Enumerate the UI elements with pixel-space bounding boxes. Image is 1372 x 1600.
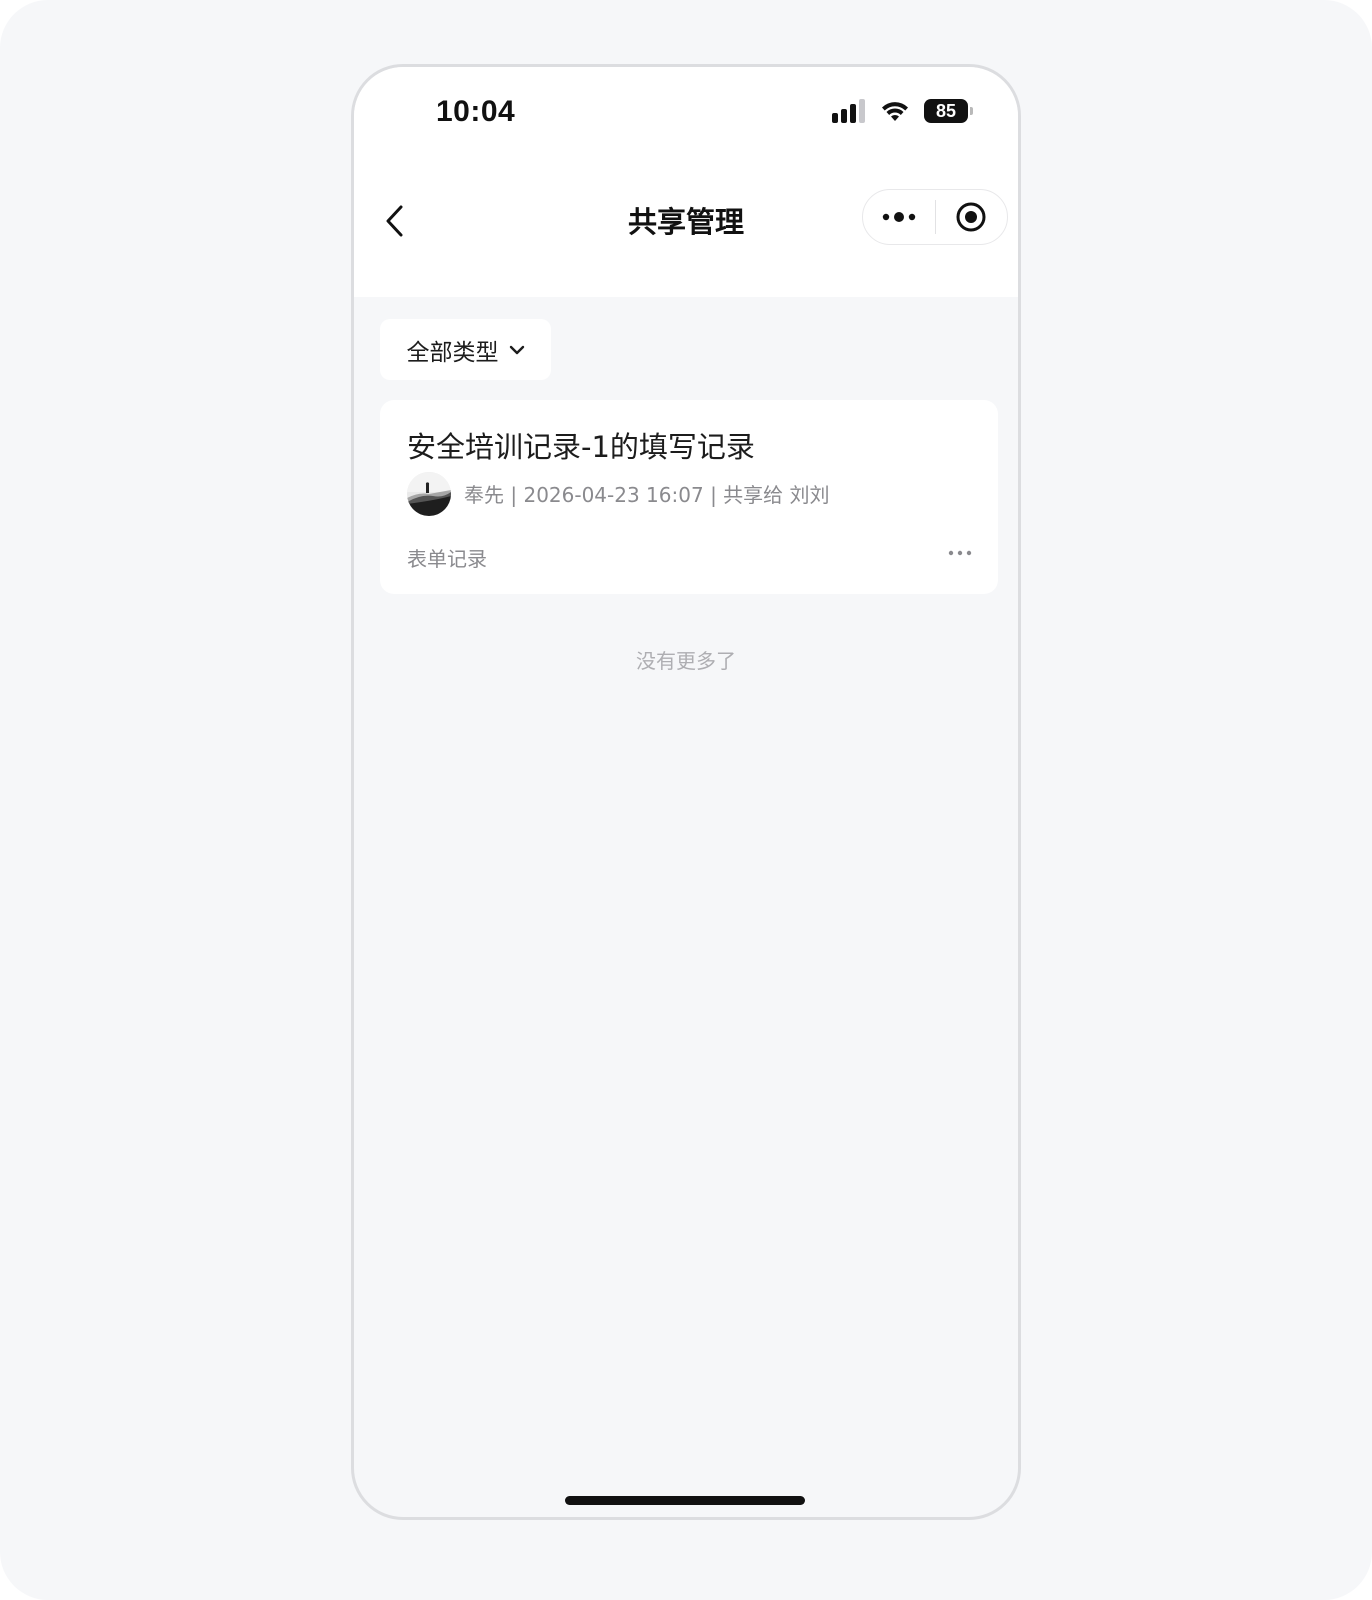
- record-more-button[interactable]: [942, 538, 978, 568]
- share-record-card[interactable]: 安全培训记录-1的填写记录 奉先 | 2026-04-23 16:07 | 共享…: [380, 400, 998, 594]
- record-date: 2026-04-23 16:07: [523, 483, 704, 507]
- avatar: [407, 472, 451, 516]
- mini-program-capsule: [862, 189, 1008, 245]
- wifi-icon: [882, 102, 908, 121]
- type-filter-dropdown[interactable]: 全部类型: [380, 319, 551, 380]
- signal-icon: [832, 99, 865, 123]
- status-time: 10:04: [436, 95, 516, 128]
- shared-to-user: 刘刘: [789, 483, 830, 507]
- battery-level: 85: [935, 100, 957, 121]
- shared-to-prefix: 共享给: [723, 483, 784, 507]
- chevron-down-icon: [509, 345, 524, 354]
- meta-separator: |: [510, 483, 524, 507]
- record-title: 安全培训记录-1的填写记录: [407, 430, 755, 464]
- record-type: 表单记录: [407, 547, 487, 571]
- record-author: 奉先: [464, 483, 504, 507]
- list-end-hint: 没有更多了: [636, 649, 736, 673]
- type-filter-label: 全部类型: [406, 339, 499, 366]
- battery-icon: 85: [924, 99, 973, 123]
- close-program-button[interactable]: [936, 190, 1008, 244]
- status-bar: 10:04 85: [354, 67, 1018, 163]
- ellipsis-icon: [948, 550, 972, 556]
- phone-frame: 10:04 85 共享管理 全部类型 安全培训记录-1的填写记录 奉先 | 20…: [351, 64, 1021, 1520]
- more-dots-icon: [882, 212, 915, 222]
- record-meta: 奉先 | 2026-04-23 16:07 | 共享给 刘刘: [464, 479, 830, 508]
- target-close-icon: [956, 202, 986, 232]
- screen-background: 10:04 85 共享管理 全部类型 安全培训记录-1的填写记录 奉先 | 20…: [0, 0, 1372, 1600]
- home-indicator[interactable]: [565, 1496, 805, 1505]
- status-icons: 85: [832, 99, 973, 123]
- navigation-bar: 共享管理: [354, 163, 1018, 297]
- meta-separator: |: [710, 483, 724, 507]
- more-menu-button[interactable]: [863, 190, 935, 244]
